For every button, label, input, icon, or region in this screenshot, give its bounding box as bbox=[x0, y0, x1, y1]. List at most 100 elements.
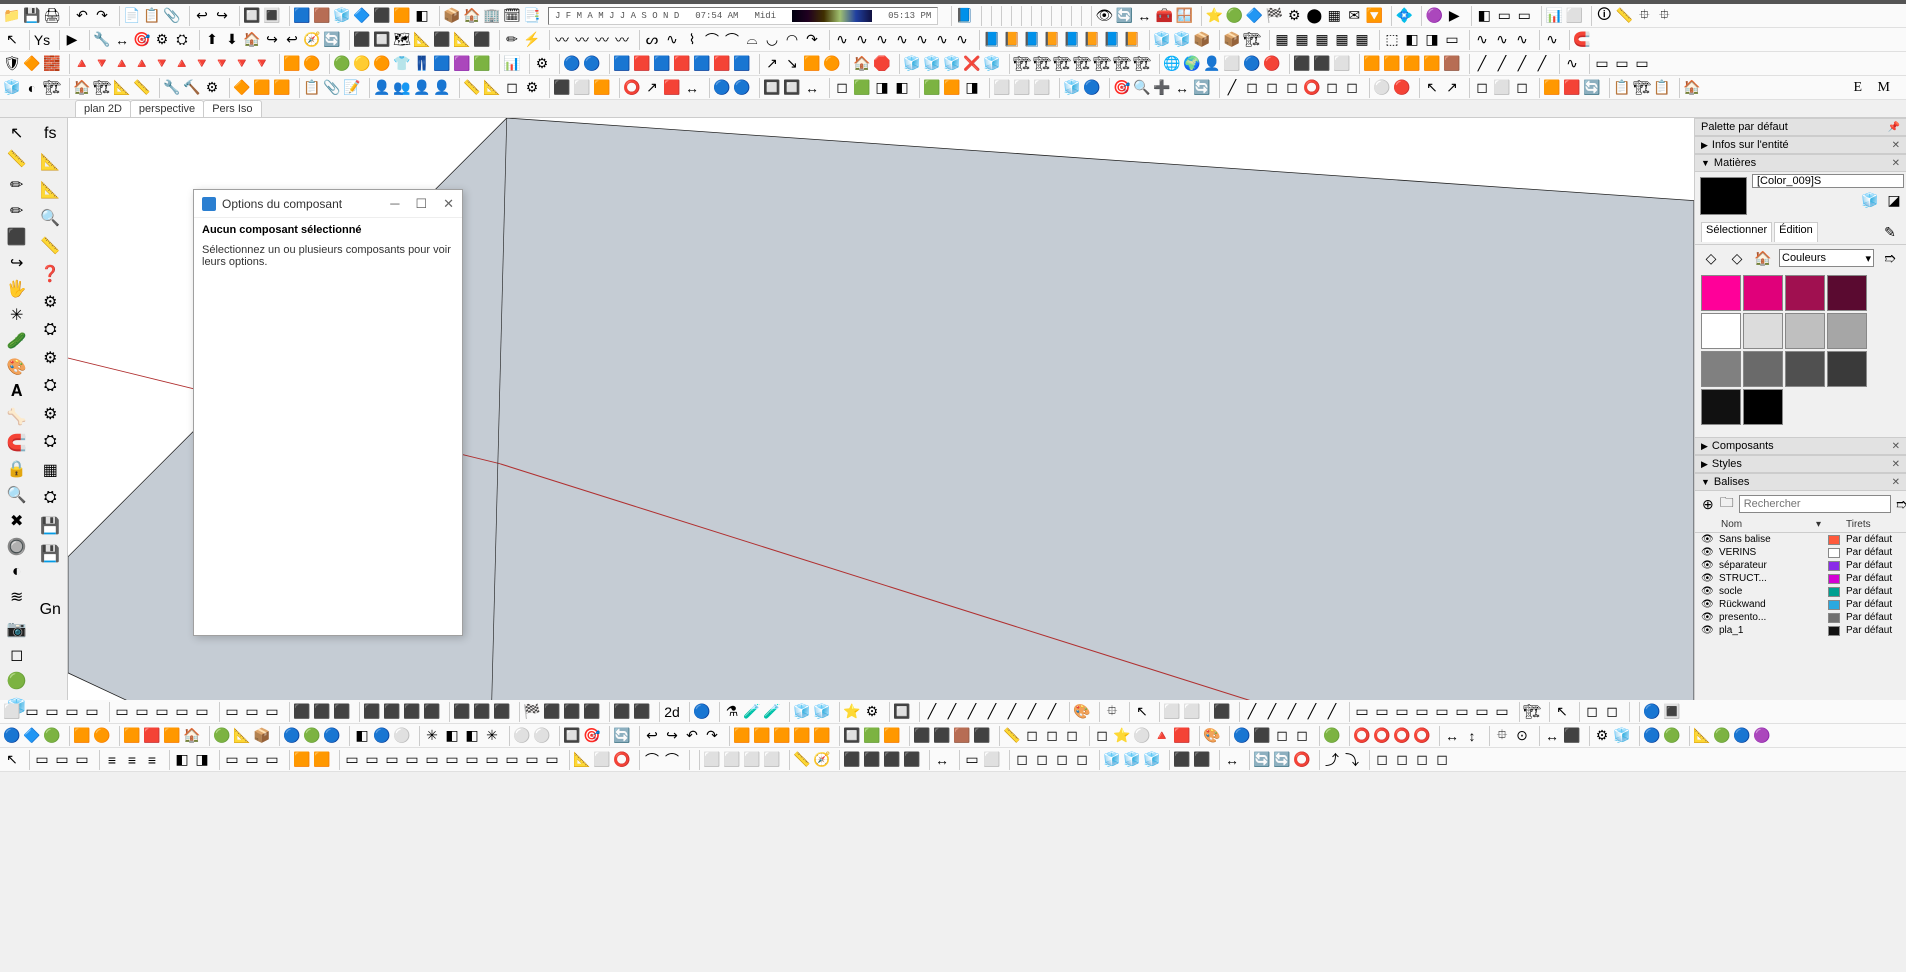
tool-button[interactable]: ⬜ bbox=[722, 750, 742, 770]
tool-button[interactable]: ⛭ bbox=[36, 486, 64, 510]
tool-button[interactable]: 🟧 bbox=[122, 726, 142, 746]
tool-button[interactable]: ◻ bbox=[1392, 750, 1412, 770]
tool-button[interactable]: ∿ bbox=[912, 30, 932, 50]
tool-button[interactable]: ⭕ bbox=[1372, 726, 1392, 746]
tool-button[interactable]: 🔽 bbox=[1364, 6, 1384, 26]
tool-button[interactable]: ⛭ bbox=[36, 374, 64, 398]
tool-button[interactable]: ⬛ bbox=[1252, 726, 1272, 746]
tag-color-chip[interactable] bbox=[1828, 626, 1840, 636]
tool-button[interactable]: ◻ bbox=[1372, 750, 1392, 770]
color-swatch[interactable] bbox=[1785, 275, 1825, 311]
tool-button[interactable]: 🔄 bbox=[1252, 750, 1272, 770]
tool-button[interactable]: 🔴 bbox=[1262, 54, 1282, 74]
visibility-icon[interactable]: 👁 bbox=[1701, 599, 1713, 610]
tool-button[interactable]: 🏗 bbox=[1092, 54, 1112, 74]
tool-button[interactable]: 🔵 bbox=[1642, 702, 1662, 722]
tool-button[interactable]: ▭ bbox=[1494, 6, 1514, 26]
tool-button[interactable]: ↗ bbox=[762, 54, 782, 74]
tool-button[interactable]: ▭ bbox=[1372, 702, 1392, 722]
tool-button[interactable]: 🔵 bbox=[322, 726, 342, 746]
tool-button[interactable]: 🟢 bbox=[3, 670, 31, 692]
tool-button[interactable]: ⬛ bbox=[1192, 750, 1212, 770]
tool-button[interactable]: ▭ bbox=[502, 750, 522, 770]
visibility-icon[interactable]: 👁 bbox=[1701, 586, 1713, 597]
tool-button[interactable]: 🔲 bbox=[892, 702, 912, 722]
tool-button[interactable]: ◻ bbox=[1292, 726, 1312, 746]
tool-button[interactable]: ∿ bbox=[952, 30, 972, 50]
material-library-dropdown[interactable]: Couleurs▾ bbox=[1779, 249, 1874, 267]
tool-button[interactable]: ╱ bbox=[1242, 702, 1262, 722]
tool-button[interactable]: 📐 bbox=[36, 150, 64, 174]
tool-button[interactable]: ⬛ bbox=[632, 702, 652, 722]
color-swatch[interactable] bbox=[1743, 275, 1783, 311]
tool-button[interactable]: 📦 bbox=[442, 6, 462, 26]
tool-button[interactable]: 🏗 bbox=[92, 78, 112, 98]
tool-button[interactable]: 🗺 bbox=[392, 30, 412, 50]
tool-button[interactable]: 🔵 bbox=[1642, 726, 1662, 746]
tool-button[interactable]: 🟧 bbox=[272, 78, 292, 98]
tool-button[interactable]: 🔄 bbox=[1582, 78, 1602, 98]
tool-button[interactable]: 🟡 bbox=[352, 54, 372, 74]
visibility-icon[interactable]: 👁 bbox=[1701, 560, 1713, 571]
tags-search-input[interactable] bbox=[1739, 495, 1891, 513]
tool-button[interactable]: 🟥 bbox=[632, 54, 652, 74]
tool-button[interactable]: Ys bbox=[32, 30, 52, 50]
tool-button[interactable]: 🧊 bbox=[2, 78, 22, 98]
tool-button[interactable]: ⬜ bbox=[992, 78, 1012, 98]
tool-button[interactable]: 🏗 bbox=[1632, 78, 1652, 98]
tool-button[interactable]: ↔ bbox=[682, 78, 702, 98]
tool-button[interactable]: ⬛ bbox=[432, 30, 452, 50]
tool-button[interactable]: 📎 bbox=[162, 6, 182, 26]
tool-button[interactable]: 🧲 bbox=[1572, 30, 1592, 50]
tool-button[interactable]: ↩ bbox=[282, 30, 302, 50]
tool-button[interactable]: ▦ bbox=[1272, 30, 1292, 50]
tool-button[interactable]: ◻ bbox=[502, 78, 522, 98]
tag-color-chip[interactable] bbox=[1828, 600, 1840, 610]
tool-button[interactable]: 🧊 bbox=[1172, 30, 1192, 50]
tag-dash[interactable]: Par défaut bbox=[1846, 586, 1900, 597]
tool-button[interactable]: 📷 bbox=[3, 618, 31, 640]
tool-button[interactable]: 🔻 bbox=[152, 54, 172, 74]
tool-button[interactable]: 🧪 bbox=[762, 702, 782, 722]
tool-button[interactable]: 🟢 bbox=[212, 726, 232, 746]
tool-button[interactable]: ◐ bbox=[3, 562, 31, 582]
visibility-icon[interactable]: 👁 bbox=[1701, 625, 1713, 636]
tool-button[interactable]: 🪟 bbox=[1174, 6, 1194, 26]
tool-button[interactable]: 🧊 bbox=[812, 702, 832, 722]
tool-button[interactable]: ╱ bbox=[1302, 702, 1322, 722]
tool-button[interactable]: 📑 bbox=[522, 6, 542, 26]
tool-button[interactable]: ↖ bbox=[3, 122, 31, 144]
tool-button[interactable]: ▭ bbox=[192, 702, 212, 722]
tool-button[interactable]: ⚙ bbox=[152, 30, 172, 50]
tool-button[interactable]: ↔ bbox=[1134, 6, 1154, 26]
tool-button[interactable]: ▭ bbox=[482, 750, 502, 770]
tool-button[interactable]: 🟦 bbox=[612, 54, 632, 74]
tool-button[interactable]: 🟧 bbox=[1362, 54, 1382, 74]
tool-button[interactable]: ⬛ bbox=[332, 702, 352, 722]
tool-button[interactable]: ▭ bbox=[172, 702, 192, 722]
tool-button[interactable]: ▭ bbox=[262, 750, 282, 770]
tool-button[interactable]: 📙 bbox=[1082, 30, 1102, 50]
tool-button[interactable]: 📋 bbox=[1612, 78, 1632, 98]
shadow-timeline[interactable]: J F M A M J J A S O N D07:54 AMMidi05:13… bbox=[548, 7, 938, 25]
tool-button[interactable]: ⭐ bbox=[1112, 726, 1132, 746]
tool-button[interactable]: ✳ bbox=[3, 304, 31, 326]
tool-button[interactable]: 📐 bbox=[572, 750, 592, 770]
tool-button[interactable]: ◻ bbox=[1272, 726, 1292, 746]
tool-button[interactable]: 🔧 bbox=[162, 78, 182, 98]
tool-button[interactable]: 🔺 bbox=[172, 54, 192, 74]
tool-button[interactable]: ↘ bbox=[782, 54, 802, 74]
close-icon[interactable]: ✕ bbox=[1892, 459, 1900, 470]
tool-button[interactable]: ⬛ bbox=[1172, 750, 1192, 770]
tool-button[interactable]: 🟢 bbox=[1224, 6, 1244, 26]
tool-button[interactable]: ⭕ bbox=[1412, 726, 1432, 746]
tool-button[interactable]: 🧊 bbox=[902, 54, 922, 74]
tool-button[interactable]: ▭ bbox=[1442, 30, 1462, 50]
tool-button[interactable]: ⭐ bbox=[1204, 6, 1224, 26]
tool-button[interactable]: ╱ bbox=[1262, 702, 1282, 722]
tool-button[interactable]: ∿ bbox=[662, 30, 682, 50]
tags-menu-icon[interactable]: ➱ bbox=[1895, 494, 1906, 514]
tool-button[interactable]: ↖ bbox=[1422, 78, 1442, 98]
tool-button[interactable] bbox=[36, 626, 64, 650]
tool-button[interactable]: 🏗 bbox=[1052, 54, 1072, 74]
